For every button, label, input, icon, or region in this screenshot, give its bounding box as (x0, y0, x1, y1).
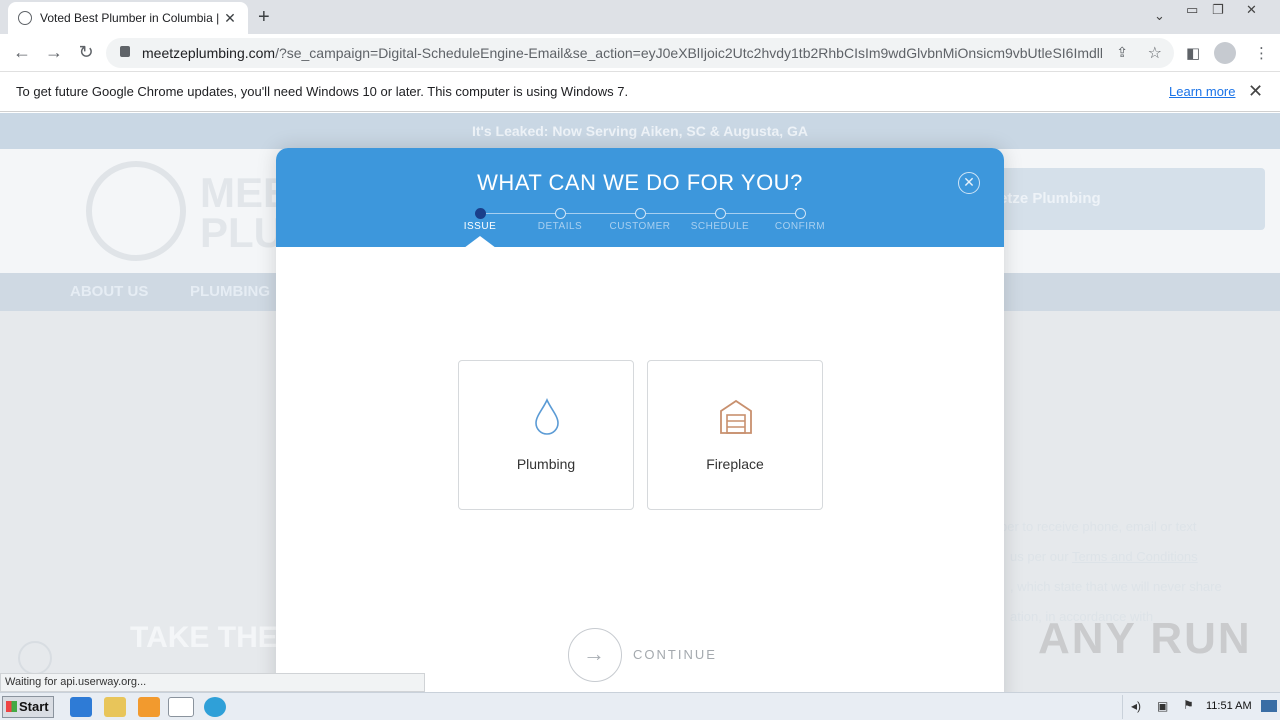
modal-title: WHAT CAN WE DO FOR YOU? (477, 170, 803, 195)
consent-text-1: ber to receive phone, email or text (1000, 519, 1197, 534)
volume-icon[interactable]: ◂) (1131, 699, 1141, 713)
modal-close-button[interactable]: ✕ (958, 172, 980, 194)
schedule-modal: WHAT CAN WE DO FOR YOU? ✕ ISSUE DETAILS … (276, 148, 1004, 708)
system-tray: ◂) ▣ ⚑ (1122, 695, 1280, 719)
watermark: ANY RUN (1038, 614, 1252, 663)
restore-button[interactable]: ❐ (1212, 2, 1224, 18)
tab-close-icon[interactable]: ✕ (222, 10, 238, 27)
consent-text-3: , which state that we will never share (1010, 579, 1222, 594)
step-label-schedule: SCHEDULE (690, 221, 750, 232)
url-text[interactable]: meetzeplumbing.com/?se_campaign=Digital-… (142, 45, 1102, 61)
back-button[interactable]: ← (10, 42, 34, 64)
choice-fireplace[interactable]: Fireplace (647, 360, 823, 510)
ie-taskbar-icon[interactable] (70, 697, 92, 717)
flag-icon[interactable]: ⚑ (1183, 698, 1194, 712)
start-button[interactable]: Start (2, 696, 54, 718)
infobar-close-icon[interactable]: ✕ (1248, 81, 1263, 102)
show-desktop-icon[interactable] (1261, 700, 1277, 712)
continue-button[interactable]: → CONTINUE (568, 628, 728, 682)
learn-more-link[interactable]: Learn more (1169, 84, 1235, 99)
edge-taskbar-icon[interactable] (204, 697, 226, 717)
reload-button[interactable]: ↻ (74, 42, 98, 64)
continue-label: CONTINUE (633, 647, 717, 662)
step-dot-schedule (715, 208, 726, 219)
address-bar[interactable]: meetzeplumbing.com/?se_campaign=Digital-… (106, 38, 1174, 68)
bookmark-star-icon[interactable]: ☆ (1148, 43, 1162, 63)
chat-title: etze Plumbing (999, 190, 1101, 207)
infobar-message: To get future Google Chrome updates, you… (16, 84, 629, 99)
profile-avatar[interactable] (1214, 42, 1236, 64)
taskbar-clock: 11:51 AM (1206, 700, 1252, 712)
update-infobar: To get future Google Chrome updates, you… (0, 72, 1280, 112)
menu-icon[interactable]: ⋮ (1254, 44, 1269, 62)
minimize-button[interactable]: ▭ (1186, 2, 1198, 18)
site-logo-icon (86, 161, 186, 261)
window-close-button[interactable]: ✕ (1246, 2, 1257, 18)
step-dot-confirm (795, 208, 806, 219)
continue-arrow-icon: → (568, 628, 622, 682)
status-bubble: Waiting for api.userway.org... (0, 673, 425, 692)
tab-strip: Voted Best Plumber in Columbia | Loc ✕ +… (0, 0, 1280, 34)
step-label-customer: CUSTOMER (609, 221, 671, 232)
step-dot-issue (475, 208, 486, 219)
chrome-taskbar-icon[interactable] (168, 697, 194, 717)
side-panel-icon[interactable]: ◧ (1186, 44, 1200, 62)
step-dot-details (555, 208, 566, 219)
choice-plumbing-label: Plumbing (516, 456, 576, 472)
step-label-confirm: CONFIRM (774, 221, 826, 232)
lock-icon (120, 46, 130, 57)
fireplace-icon (720, 399, 752, 434)
choice-fireplace-label: Fireplace (706, 456, 764, 472)
site-favicon-icon (18, 11, 32, 25)
explorer-taskbar-icon[interactable] (104, 697, 126, 717)
step-dot-customer (635, 208, 646, 219)
new-tab-button[interactable]: + (258, 6, 270, 29)
choice-plumbing[interactable]: Plumbing (458, 360, 634, 510)
chat-widget[interactable]: etze Plumbing (985, 168, 1265, 230)
announcement-banner: It's Leaked: Now Serving Aiken, SC & Aug… (0, 113, 1280, 149)
modal-header: WHAT CAN WE DO FOR YOU? ✕ ISSUE DETAILS … (276, 148, 1004, 248)
water-drop-icon (535, 398, 559, 435)
consent-text-2: us per our Terms and Conditions (1010, 549, 1198, 564)
active-step-pointer (464, 236, 496, 248)
nav-about-us[interactable]: ABOUT US (70, 283, 148, 300)
step-label-details: DETAILS (537, 221, 583, 232)
forward-button[interactable]: → (42, 42, 66, 64)
nav-plumbing[interactable]: PLUMBING (190, 283, 270, 300)
windows-logo-icon (6, 701, 17, 712)
hero-heading: TAKE THE (130, 621, 278, 654)
tab-search-icon[interactable]: ⌄ (1154, 8, 1165, 24)
browser-toolbar: ← → ↻ meetzeplumbing.com/?se_campaign=Di… (0, 34, 1280, 72)
network-icon[interactable]: ▣ (1157, 699, 1168, 713)
tab-title: Voted Best Plumber in Columbia | Loc (40, 11, 222, 25)
share-icon[interactable]: ⇪ (1116, 44, 1128, 61)
step-label-issue: ISSUE (463, 221, 497, 232)
media-player-taskbar-icon[interactable] (138, 697, 160, 717)
browser-tab[interactable]: Voted Best Plumber in Columbia | Loc ✕ (8, 2, 248, 34)
windows-taskbar: Start ◂) ▣ ⚑ 11:51 AM (0, 692, 1280, 720)
accessibility-icon[interactable] (18, 641, 52, 675)
